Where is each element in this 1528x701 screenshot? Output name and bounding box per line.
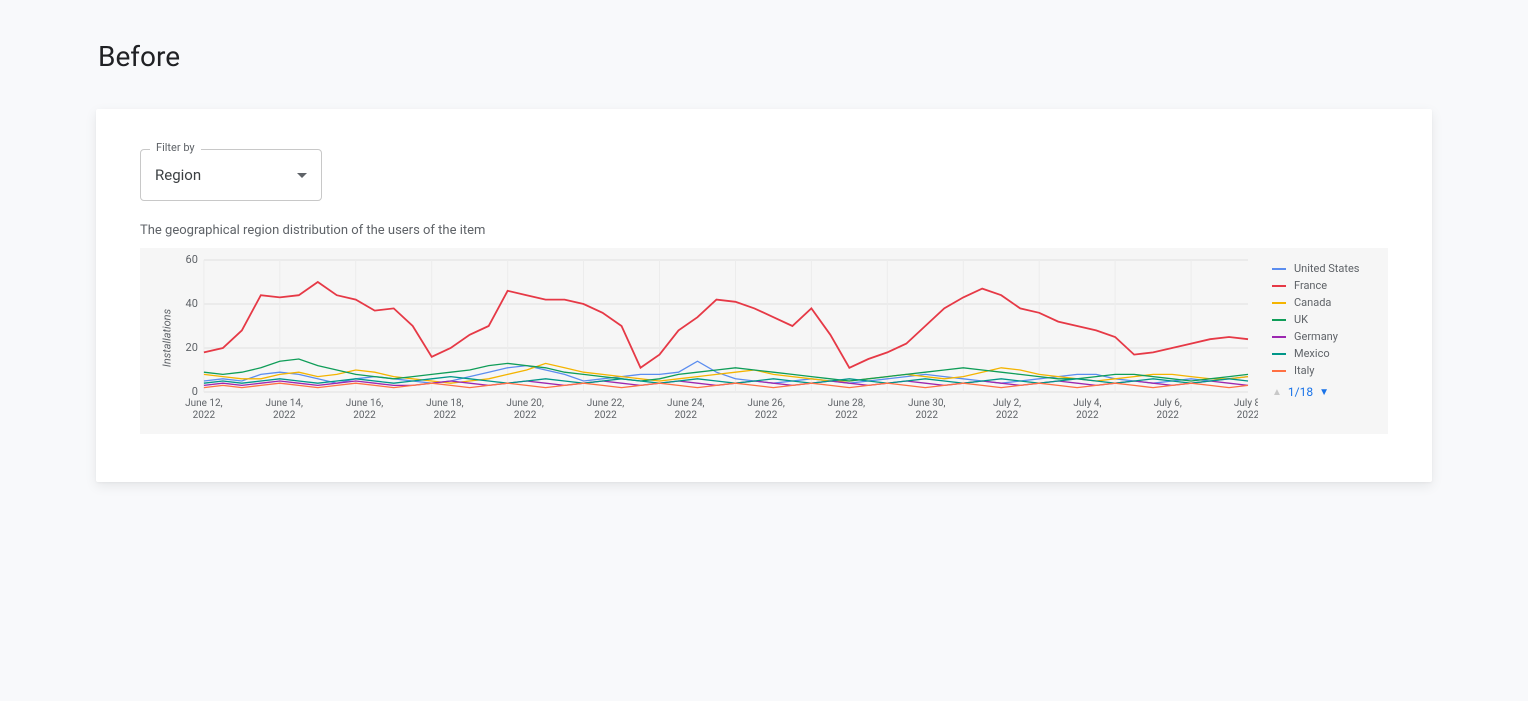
pager-next-icon[interactable]: ▼: [1319, 387, 1329, 398]
legend-label: Italy: [1294, 364, 1314, 377]
svg-text:20: 20: [186, 341, 198, 354]
legend-swatch: [1272, 319, 1286, 321]
svg-text:0: 0: [192, 385, 198, 398]
chart-area: Installations 0204060June 12,2022June 14…: [140, 248, 1388, 434]
svg-text:June 24,: June 24,: [667, 398, 704, 409]
legend-item[interactable]: Canada: [1272, 294, 1388, 311]
svg-text:July 4,: July 4,: [1073, 398, 1101, 409]
svg-text:2022: 2022: [675, 410, 698, 421]
svg-text:2022: 2022: [916, 410, 939, 421]
pager-text: 1/18: [1288, 385, 1313, 399]
legend-pager: ▲ 1/18 ▼: [1272, 385, 1388, 399]
svg-text:2022: 2022: [755, 410, 778, 421]
svg-text:June 16,: June 16,: [346, 398, 383, 409]
legend-item[interactable]: France: [1272, 277, 1388, 294]
analytics-card: Filter by Region The geographical region…: [96, 109, 1432, 482]
legend-swatch: [1272, 285, 1286, 287]
svg-text:2022: 2022: [594, 410, 617, 421]
chevron-down-icon: [297, 173, 307, 178]
svg-text:June 20,: June 20,: [506, 398, 543, 409]
legend-swatch: [1272, 336, 1286, 338]
legend-label: United States: [1294, 262, 1359, 275]
legend-item[interactable]: Germany: [1272, 328, 1388, 345]
svg-text:July 2,: July 2,: [993, 398, 1021, 409]
svg-text:June 14,: June 14,: [265, 398, 302, 409]
svg-text:June 12,: June 12,: [185, 398, 222, 409]
svg-text:2022: 2022: [1076, 410, 1099, 421]
svg-text:2022: 2022: [193, 410, 216, 421]
legend-swatch: [1272, 302, 1286, 304]
svg-text:2022: 2022: [835, 410, 858, 421]
legend-label: UK: [1294, 313, 1308, 326]
svg-text:2022: 2022: [1156, 410, 1179, 421]
legend-item[interactable]: Mexico: [1272, 345, 1388, 362]
pager-prev-icon[interactable]: ▲: [1272, 387, 1282, 398]
chart-description: The geographical region distribution of …: [140, 223, 1388, 238]
svg-text:2022: 2022: [273, 410, 296, 421]
y-axis-label: Installations: [161, 309, 174, 367]
svg-text:June 30,: June 30,: [908, 398, 945, 409]
legend-swatch: [1272, 353, 1286, 355]
legend-label: Germany: [1294, 330, 1338, 343]
filter-dropdown[interactable]: Region: [140, 149, 322, 201]
svg-text:June 26,: June 26,: [747, 398, 784, 409]
svg-text:2022: 2022: [514, 410, 537, 421]
svg-text:June 18,: June 18,: [426, 398, 463, 409]
legend-swatch: [1272, 370, 1286, 372]
page-title: Before: [98, 40, 1432, 73]
svg-text:40: 40: [186, 297, 198, 310]
legend-label: France: [1294, 279, 1327, 292]
svg-text:2022: 2022: [996, 410, 1019, 421]
filter-value: Region: [155, 166, 201, 184]
svg-text:July 6,: July 6,: [1154, 398, 1182, 409]
filter-label: Filter by: [150, 141, 201, 154]
svg-text:2022: 2022: [1237, 410, 1258, 421]
svg-text:July 8,: July 8,: [1234, 398, 1258, 409]
legend-label: Mexico: [1294, 347, 1330, 360]
svg-text:60: 60: [186, 253, 198, 266]
legend-item[interactable]: UK: [1272, 311, 1388, 328]
svg-text:2022: 2022: [353, 410, 376, 421]
legend-swatch: [1272, 268, 1286, 270]
line-chart: Installations 0204060June 12,2022June 14…: [140, 252, 1258, 424]
filter-by-control: Filter by Region: [140, 149, 322, 201]
svg-text:June 22,: June 22,: [587, 398, 624, 409]
svg-text:2022: 2022: [434, 410, 457, 421]
svg-text:June 28,: June 28,: [828, 398, 865, 409]
legend-item[interactable]: United States: [1272, 260, 1388, 277]
legend: United States France Canada UK Germany Mexico…: [1272, 252, 1388, 424]
legend-label: Canada: [1294, 296, 1331, 309]
legend-item[interactable]: Italy: [1272, 362, 1388, 379]
